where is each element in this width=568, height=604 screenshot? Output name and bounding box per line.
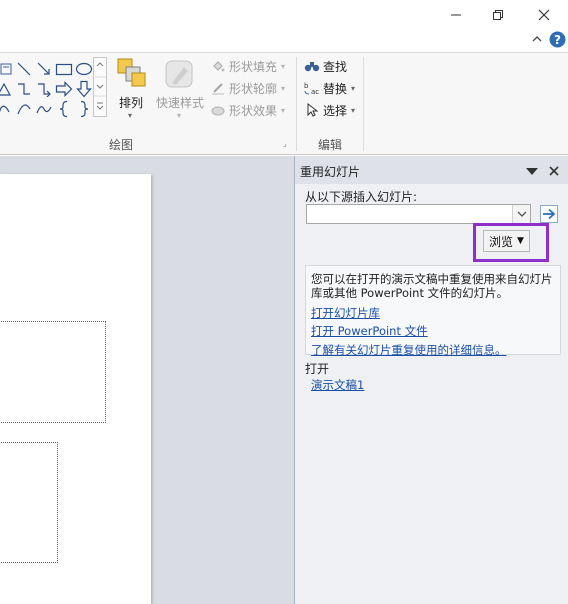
group-separator	[296, 57, 297, 151]
cursor-arrow-icon	[304, 102, 320, 118]
shape-fill-button[interactable]: 形状填充 ▾	[210, 56, 285, 76]
shape-outline-label: 形状轮廓	[229, 81, 278, 96]
quick-styles-label: 快速样式	[156, 96, 205, 110]
oval-shape-icon[interactable]	[74, 59, 94, 79]
reuse-info-box: 您可以在打开的演示文稿中重复使用来自幻灯片库或其他 PowerPoint 文件的…	[305, 265, 561, 358]
arrange-label: 排列	[119, 96, 144, 110]
browse-label: 浏览	[489, 234, 514, 249]
quick-styles-dropdown-icon: ▾	[177, 111, 182, 120]
arrow-right-icon	[543, 208, 556, 220]
replace-icon: b ac	[304, 80, 320, 96]
drawing-dialog-launcher-icon[interactable]: ⌟	[283, 139, 287, 148]
pane-options-icon[interactable]	[524, 164, 540, 178]
learn-more-link[interactable]: 了解有关幻灯片重复使用的详细信息。	[311, 342, 507, 358]
help-button[interactable]: ?	[548, 30, 566, 48]
drawing-group-label: 绘图	[109, 138, 134, 152]
shape-effects-icon	[210, 102, 226, 118]
slide-canvas[interactable]	[0, 174, 151, 604]
line-shape-icon[interactable]	[14, 59, 34, 79]
scribble-shape-icon[interactable]	[34, 99, 54, 119]
browse-dropdown-icon: ▼	[517, 236, 524, 246]
pane-header: 重用幻灯片	[295, 156, 568, 184]
freeform-shape-icon[interactable]	[0, 99, 14, 119]
pencil-icon	[210, 80, 226, 96]
insert-source-label: 从以下源插入幻灯片:	[305, 190, 418, 204]
curve-shape-icon[interactable]	[14, 99, 34, 119]
source-combobox[interactable]	[306, 204, 531, 224]
shape-outline-button[interactable]: 形状轮廓 ▾	[210, 78, 285, 98]
elbow-connector-icon[interactable]	[14, 79, 34, 99]
select-button[interactable]: 选择 ▾	[304, 100, 355, 120]
browse-button[interactable]: 浏览 ▼	[483, 230, 530, 252]
close-icon	[538, 9, 550, 21]
group-separator	[363, 57, 364, 151]
svg-text:b: b	[304, 82, 309, 90]
collapse-ribbon-button[interactable]	[528, 30, 546, 48]
pane-title: 重用幻灯片	[300, 165, 361, 179]
paint-bucket-icon	[210, 58, 226, 74]
replace-button[interactable]: b ac 替换 ▾	[304, 78, 355, 98]
shape-effects-button[interactable]: 形状效果 ▾	[210, 100, 285, 120]
pane-body: 从以下源插入幻灯片: 浏览 ▼ 您可以在打开的演示文稿中重复使用来自幻灯片库或其他…	[295, 184, 568, 604]
binoculars-icon	[304, 58, 320, 74]
triangle-shape-icon[interactable]	[0, 79, 14, 99]
reuse-info-text: 您可以在打开的演示文稿中重复使用来自幻灯片库或其他 PowerPoint 文件的…	[311, 272, 553, 300]
title-placeholder[interactable]	[0, 321, 106, 423]
down-arrow-shape-icon[interactable]	[74, 79, 94, 99]
gallery-scroll-arrows-icon	[94, 62, 106, 110]
open-presentation-link[interactable]: 演示文稿1	[311, 377, 364, 393]
source-dropdown-button[interactable]	[512, 205, 530, 223]
close-window-button[interactable]	[524, 2, 564, 28]
find-label: 查找	[323, 59, 348, 74]
open-section-label: 打开	[305, 362, 330, 376]
quick-styles-icon	[165, 60, 193, 88]
go-button[interactable]	[540, 205, 558, 223]
subtitle-placeholder[interactable]	[0, 442, 58, 563]
left-brace-shape-icon[interactable]	[54, 99, 74, 119]
reuse-slides-pane: 重用幻灯片 从以下源插入幻灯片: 浏览 ▼ 您可以在打开的演示文稿中重复使用来自幻…	[294, 156, 568, 604]
open-slide-library-link[interactable]: 打开幻灯片库	[311, 305, 380, 321]
replace-dropdown-icon: ▾	[351, 83, 356, 93]
arrange-button[interactable]: 排列 ▾	[114, 57, 150, 125]
elbow-arrow-connector-icon[interactable]	[34, 79, 54, 99]
shape-outline-dropdown-icon: ▾	[281, 83, 286, 93]
svg-text:?: ?	[554, 33, 561, 47]
shape-fill-dropdown-icon: ▾	[281, 61, 286, 71]
chevron-down-icon	[517, 211, 526, 217]
shape-effects-label: 形状效果	[229, 103, 278, 118]
restore-button[interactable]	[478, 2, 518, 28]
shapes-gallery-scroll[interactable]	[93, 57, 107, 117]
pane-close-icon[interactable]	[547, 164, 561, 178]
ribbon: 排列 ▾ 快速样式 ▾ 形状填充 ▾ 形状轮廓 ▾ 形状效果 ▾ 绘图 ⌟ 查找 ba…	[0, 52, 568, 155]
help-icon: ?	[549, 31, 565, 47]
editing-group-label: 编辑	[318, 138, 343, 152]
title-bar: ?	[0, 0, 568, 52]
rectangle-shape-icon[interactable]	[54, 59, 74, 79]
restore-icon	[493, 10, 503, 20]
arrange-dropdown-icon: ▾	[128, 111, 133, 120]
shape-fill-label: 形状填充	[229, 59, 278, 74]
right-brace-shape-icon[interactable]	[74, 99, 94, 119]
svg-text:ac: ac	[311, 88, 319, 95]
shape-effects-dropdown-icon: ▾	[281, 105, 286, 115]
arrange-icon	[117, 58, 146, 87]
chevron-up-icon	[532, 36, 542, 42]
arrow-line-shape-icon[interactable]	[34, 59, 54, 79]
minimize-button[interactable]	[436, 2, 476, 28]
minimize-icon	[451, 14, 461, 16]
quick-styles-button[interactable]: 快速样式 ▾	[154, 57, 206, 125]
slide-editing-area	[0, 156, 294, 604]
find-button[interactable]: 查找	[304, 56, 347, 76]
replace-label: 替换	[323, 81, 348, 96]
open-powerpoint-file-link[interactable]: 打开 PowerPoint 文件	[311, 323, 428, 339]
select-label: 选择	[323, 103, 348, 118]
right-arrow-shape-icon[interactable]	[54, 79, 74, 99]
select-dropdown-icon: ▾	[351, 105, 356, 115]
